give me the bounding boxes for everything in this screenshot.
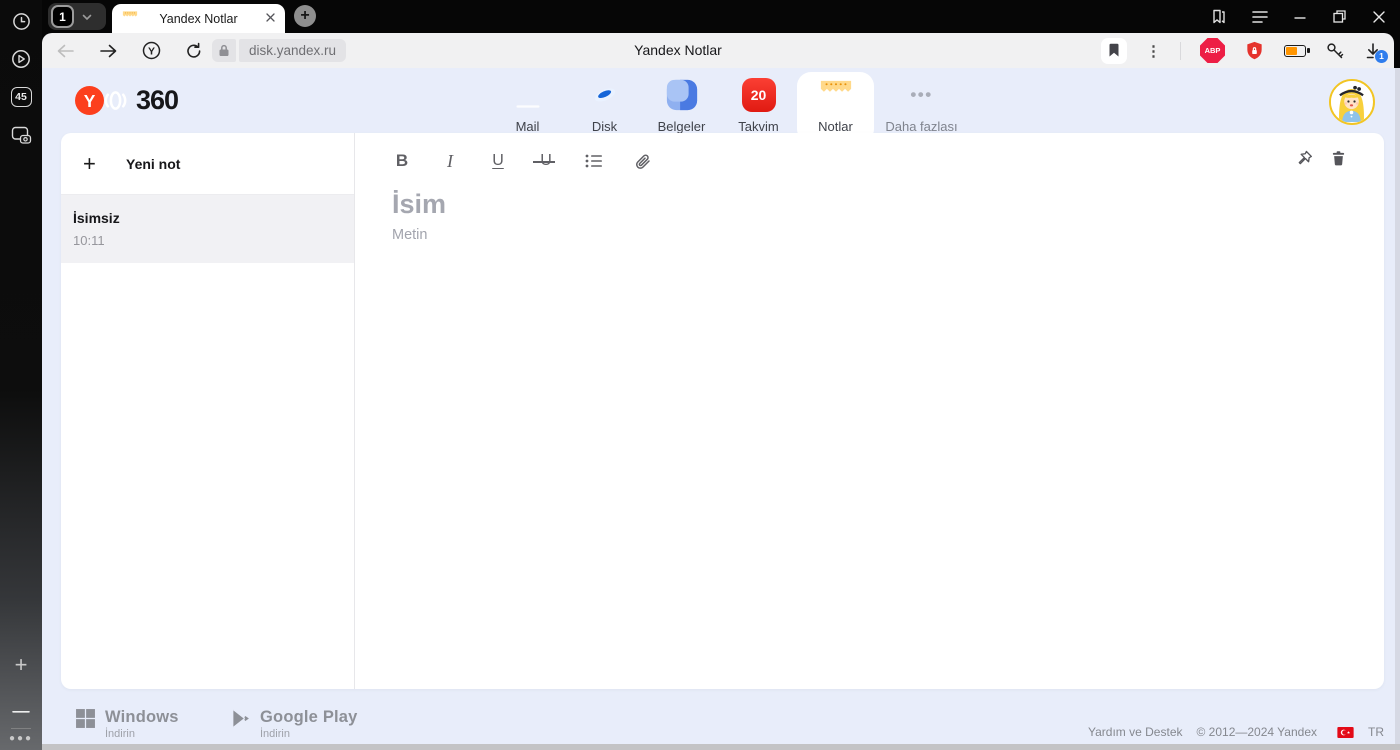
new-note-button[interactable]: + Yeni not [61,133,354,195]
window-right-edge [1395,68,1400,750]
note-title-input[interactable]: İsim [392,189,446,220]
tab-count-badge: 1 [51,5,74,28]
strikethrough-button[interactable]: U [533,149,556,173]
calendar-app-icon: 20 [741,78,776,112]
browser-side-panel: 45 + ●●● [0,0,42,750]
forward-icon[interactable] [99,43,118,59]
browser-tab[interactable]: Yandex Notlar [112,4,285,33]
logo-y-icon [75,86,104,115]
app-label-notlar: Notlar [818,119,853,134]
copyright: © 2012—2024 Yandex [1196,725,1318,739]
note-time: 10:11 [73,233,105,248]
app-label-takvim: Takvim [738,119,779,134]
app-label-belgeler: Belgeler [657,119,706,134]
google-play-download-action: İndirin [260,728,290,740]
score-badge[interactable]: 45 [0,78,42,116]
google-play-icon [230,708,251,729]
tab-title: Yandex Notlar [159,11,238,26]
score-badge-value: 45 [10,87,32,107]
protect-shield-icon[interactable] [1244,40,1265,62]
list-button[interactable] [584,149,604,173]
notes-app-icon [819,78,853,112]
note-list-item[interactable]: İsimsiz 10:11 [61,195,354,263]
more-apps-icon: ••• [910,85,933,104]
history-icon[interactable] [0,2,42,40]
close-button[interactable] [1372,10,1386,24]
help-link[interactable]: Yardım ve Destek [1088,725,1182,739]
disk-app-icon [588,78,622,112]
plus-icon: + [83,150,96,176]
note-title: İsimsiz [73,210,120,226]
note-editor: B I U U [356,133,1384,689]
downloads-icon[interactable]: 1 [1364,42,1388,63]
titlebar: 1 Yandex Notlar + [42,0,1400,33]
windows-icon [75,708,96,729]
svg-text:Y: Y [148,45,155,57]
notes-card: + Yeni not İsimsiz 10:11 B I U U [61,133,1384,689]
app-label-more: Daha fazlası [885,119,958,134]
chevron-down-icon[interactable] [81,11,93,23]
windows-download-title: Windows [105,708,179,726]
sidebar-add-icon[interactable]: + [0,646,42,684]
address-bar: Y disk.yandex.ru Yandex Notlar ⋮ ABP 1 [42,33,1394,68]
tab-favicon-notes-icon [122,10,138,31]
address-bar-row: Y disk.yandex.ru Yandex Notlar ⋮ ABP 1 [42,33,1400,68]
windows-download-action: İndirin [105,728,135,740]
underline-button[interactable]: U [488,149,508,173]
italic-button[interactable]: I [440,149,460,173]
sidebar-more-icon[interactable]: ●●● [9,733,33,744]
adblock-extension-icon[interactable]: ABP [1200,38,1225,63]
page-viewport: 360 Mail Disk Belgeler 20 Takvim Notlar [42,68,1400,750]
app-label-mail: Mail [515,119,540,134]
window-bottom-edge [42,744,1400,750]
screenshot-icon[interactable] [0,116,42,154]
password-manager-icon[interactable] [1325,41,1345,61]
new-tab-button[interactable]: + [294,5,316,27]
pin-button[interactable] [1295,149,1314,168]
google-play-download-title: Google Play [260,708,358,726]
browser-window: 45 + ●●● 1 Yandex Notlar + Y disk.yandex… [0,0,1400,750]
url-domain[interactable]: disk.yandex.ru [239,39,347,62]
player-icon[interactable] [0,40,42,78]
language-selector[interactable]: TR [1368,725,1384,739]
menu-icon[interactable] [1252,10,1268,24]
editor-toolbar: B I U U [392,147,652,175]
bookmarks-panel-icon[interactable] [1210,8,1227,25]
bold-button[interactable]: B [392,149,412,173]
battery-icon[interactable] [1284,44,1310,57]
refresh-icon[interactable] [185,42,203,60]
logo-text: 360 [136,85,179,115]
delete-button[interactable] [1330,149,1347,168]
note-body-input[interactable]: Metin [392,227,427,243]
google-play-download-link[interactable]: Google Play İndirin [230,708,358,740]
sidebar-divider [11,728,31,729]
avatar[interactable] [1329,79,1375,125]
yandex-search-icon[interactable]: Y [142,41,161,60]
turkey-flag-icon [1337,727,1354,738]
back-icon[interactable] [56,43,75,59]
mail-shortcut-icon[interactable] [0,684,42,722]
minimize-button[interactable] [1293,10,1307,24]
toolbar-divider [1180,41,1181,60]
windows-download-link[interactable]: Windows İndirin [75,708,179,740]
tab-group-counter[interactable]: 1 [48,3,106,30]
more-options-icon[interactable]: ⋮ [1146,42,1161,60]
app-label-disk: Disk [591,119,618,134]
attach-button[interactable] [632,149,652,173]
download-badge: 1 [1375,49,1388,63]
documents-app-icon [665,78,699,112]
page-title: Yandex Notlar [634,42,722,58]
notes-panel: + Yeni not İsimsiz 10:11 [61,133,355,689]
yandex-360-logo[interactable]: 360 [75,85,179,116]
new-note-label: Yeni not [126,155,181,172]
lock-icon[interactable] [212,39,236,62]
tab-close-icon[interactable] [264,11,277,24]
logo-360-lens-icon [101,86,130,115]
mail-app-icon [511,78,545,112]
restore-button[interactable] [1332,9,1347,24]
bookmark-icon[interactable] [1101,37,1127,64]
